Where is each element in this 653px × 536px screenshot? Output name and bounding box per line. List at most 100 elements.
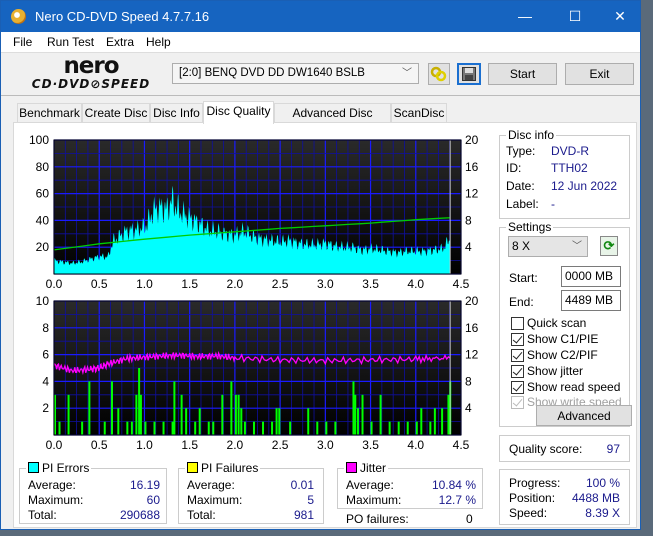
menu-extra[interactable]: Extra	[106, 35, 134, 49]
pi-errors-avg-value: 16.19	[129, 478, 160, 492]
menu-help[interactable]: Help	[146, 35, 171, 49]
window-title: Nero CD-DVD Speed 4.7.7.16	[35, 9, 210, 24]
x-tick-label: 4.0	[407, 277, 424, 291]
y-right-tick-label: 16	[465, 160, 479, 174]
pi-failures-bar	[433, 408, 436, 435]
x-tick-label: 2.0	[227, 277, 244, 291]
maximize-button[interactable]: ☐	[552, 1, 598, 32]
show-read-speed-label[interactable]: Show read speed	[527, 380, 620, 394]
position-value: 4488 MB	[571, 491, 620, 505]
pi-errors-title: PI Errors	[26, 461, 92, 475]
save-button[interactable]	[457, 63, 481, 85]
speed-select[interactable]: 8 X ﹀	[508, 236, 588, 257]
jitter-swatch	[346, 462, 357, 473]
y-right-tick-label: 4	[465, 401, 472, 415]
pi-failures-bar	[180, 394, 183, 435]
pi-failures-bar	[103, 421, 106, 435]
pi-failures-bar	[110, 381, 113, 435]
label-value: -	[551, 197, 555, 211]
y-left-tick-label: 2	[42, 401, 49, 415]
pi-failures-bar	[243, 421, 246, 435]
y-left-tick-label: 10	[36, 294, 50, 308]
pi-errors-avg-label: Average:	[28, 478, 76, 492]
pi-failures-total-value: 981	[293, 508, 314, 522]
pi-failures-swatch	[187, 462, 198, 473]
menu-run-test[interactable]: Run Test	[47, 35, 94, 49]
y-right-tick-label: 12	[465, 348, 479, 362]
pi-failures-bar	[171, 421, 174, 435]
x-tick-label: 0.5	[91, 277, 108, 291]
po-failures-value: 0	[466, 512, 473, 526]
start-button[interactable]: Start	[488, 63, 557, 85]
pi-failures-bar	[135, 394, 138, 435]
id-value: TTH02	[551, 161, 588, 175]
close-button[interactable]: ✕	[597, 1, 643, 32]
drive-info-button[interactable]	[428, 63, 450, 85]
tab-create-disc[interactable]: Create Disc	[82, 103, 150, 123]
speed-select-value: 8 X	[512, 239, 531, 253]
y-left-tick-label: 100	[29, 133, 49, 147]
x-tick-label: 4.5	[453, 438, 470, 452]
show-c1-pie-checkbox[interactable]	[511, 333, 524, 346]
title-bar[interactable]: Nero CD-DVD Speed 4.7.7.16 — ☐ ✕	[1, 1, 640, 32]
type-label: Type:	[506, 144, 536, 158]
y-left-tick-label: 20	[36, 240, 50, 254]
jitter-max-label: Maximum:	[346, 493, 402, 507]
show-jitter-checkbox[interactable]	[511, 365, 524, 378]
pi-failures-bar	[240, 408, 243, 435]
pi-failures-group: PI Failures Average: 0.01 Maximum: 5 Tot…	[178, 461, 324, 524]
quick-scan-label[interactable]: Quick scan	[527, 316, 586, 330]
pi-failures-max-label: Maximum:	[187, 493, 243, 507]
advanced-button[interactable]: Advanced	[536, 405, 632, 426]
pi-failures-bar	[361, 394, 364, 435]
tab-advanced-disc-quality[interactable]: Advanced Disc Quality	[274, 103, 391, 138]
tab-disc-info[interactable]: Disc Info	[150, 103, 203, 123]
end-input[interactable]: 4489 MB	[561, 290, 621, 311]
tab-benchmark[interactable]: Benchmark	[17, 103, 82, 123]
pi-failures-total-label: Total:	[187, 508, 216, 522]
show-c2-pif-checkbox[interactable]	[511, 349, 524, 362]
jitter-group: Jitter Average: 10.84 % Maximum: 12.7 %	[337, 461, 483, 509]
app-icon	[11, 9, 26, 24]
y-right-tick-label: 16	[465, 321, 479, 335]
progress-group: Progress: 100 % Position: 4488 MB Speed:…	[499, 469, 630, 525]
quick-scan-checkbox[interactable]	[511, 317, 524, 330]
date-value: 12 Jun 2022	[551, 179, 618, 193]
pi-errors-max-value: 60	[146, 493, 160, 507]
tab-disc-quality[interactable]: Disc Quality	[203, 101, 274, 124]
quality-score-group: Quality score: 97	[499, 435, 630, 462]
exit-button[interactable]: Exit	[565, 63, 634, 85]
pi-failures-bar	[447, 394, 450, 435]
show-c2-pif-label[interactable]: Show C2/PIF	[527, 348, 598, 362]
settings-group: Settings 8 X ﹀ ⟳ Start: 0000 MB End: 448…	[499, 220, 630, 427]
pi-failures-bar	[185, 408, 188, 435]
pi-errors-group: PI Errors Average: 16.19 Maximum: 60 Tot…	[19, 461, 167, 524]
pi-errors-total-label: Total:	[28, 508, 57, 522]
menu-file[interactable]: File	[13, 35, 32, 49]
show-read-speed-checkbox[interactable]	[511, 381, 524, 394]
drive-select[interactable]: [2:0] BENQ DVD DD DW1640 BSLB ﹀	[172, 63, 419, 84]
x-tick-label: 3.0	[317, 438, 334, 452]
disc-quality-panel: 0.0 0.5 1.0 1.5 2.0 2.5 3.0 3.5 4.0 4.5 20 40 60 80 10…	[13, 122, 637, 528]
jitter-avg-label: Average:	[346, 478, 394, 492]
pi-failures-bar	[207, 421, 210, 435]
y-right-tick-label: 20	[465, 133, 479, 147]
minimize-button[interactable]: —	[502, 1, 548, 32]
logo-nero-text: nero	[63, 53, 119, 79]
x-tick-label: 3.5	[362, 438, 379, 452]
logo-cdspeed-text: CD·DVD⊘SPEED	[31, 77, 151, 91]
pi-failures-bar	[194, 421, 197, 435]
y-left-tick-label: 6	[42, 348, 49, 362]
pi-failures-bar	[370, 421, 373, 435]
pi-failures-bar	[117, 408, 120, 435]
id-label: ID:	[506, 161, 522, 175]
show-jitter-label[interactable]: Show jitter	[527, 364, 583, 378]
refresh-speed-button[interactable]: ⟳	[600, 236, 618, 256]
tab-scandisc[interactable]: ScanDisc	[391, 103, 447, 123]
pi-failures-bar	[278, 408, 281, 435]
y-right-tick-label: 8	[465, 374, 472, 388]
start-input[interactable]: 0000 MB	[561, 266, 621, 287]
disc-info-title: Disc info	[506, 128, 557, 142]
show-c1-pie-label[interactable]: Show C1/PIE	[527, 332, 598, 346]
pi-failures-bar	[139, 394, 142, 435]
